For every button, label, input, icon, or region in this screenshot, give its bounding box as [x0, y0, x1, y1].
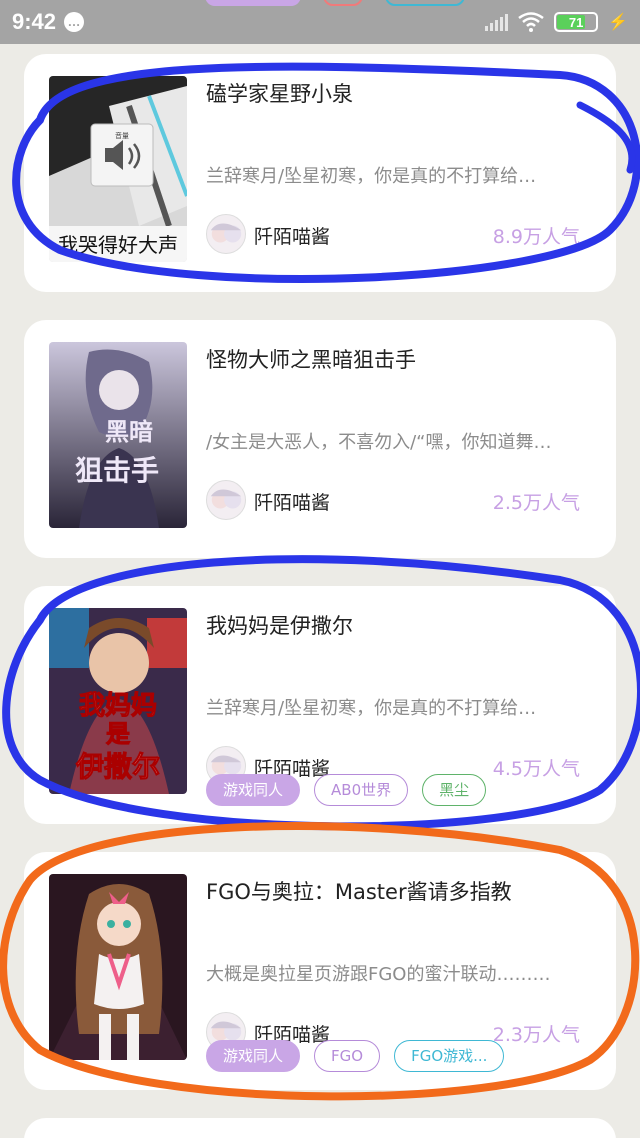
book-title: 怪物大师之黑暗狙击手: [206, 348, 416, 372]
cover-badge: 音量: [115, 131, 129, 140]
book-title: 磕学家星野小泉: [206, 82, 353, 106]
signal-icon: [485, 13, 509, 31]
svg-text:黑暗: 黑暗: [105, 417, 153, 446]
book-description: 兰辞寒月/坠星初寒，你是真的不打算给…: [206, 166, 537, 187]
book-description: 大概是奥拉星页游跟FGO的蜜汁联动………: [206, 964, 551, 985]
popularity-count: 2.3万人气: [492, 1024, 580, 1046]
svg-text:伊撒尔: 伊撒尔: [75, 750, 160, 783]
top-tag-chip[interactable]: [385, 0, 465, 6]
top-tag-chip[interactable]: [205, 0, 301, 6]
book-description: 兰辞寒月/坠星初寒，你是真的不打算给…: [206, 698, 537, 719]
book-description: /女主是大恶人，不喜勿入/“嘿，你知道舞…: [206, 432, 552, 453]
battery-level: 71: [568, 14, 584, 30]
popularity-count: 2.5万人气: [492, 492, 580, 514]
author-avatar-icon[interactable]: [206, 214, 246, 254]
top-tag-chip[interactable]: [323, 0, 363, 6]
status-time: 9:42: [12, 9, 57, 34]
cover-image: 黑暗 狙击手: [49, 342, 187, 528]
tag-chip[interactable]: 游戏同人: [206, 1040, 301, 1072]
svg-text:我妈妈: 我妈妈: [79, 691, 157, 721]
charge-icon: ⚡: [608, 14, 628, 31]
cover-image: [49, 874, 187, 1060]
tag-chip[interactable]: AB0世界: [314, 774, 409, 806]
author-name[interactable]: 阡陌喵酱: [254, 488, 330, 515]
book-title: FGO与奥拉：Master酱请多指教: [206, 880, 512, 904]
popularity-count: 4.5万人气: [492, 758, 580, 780]
book-card[interactable]: 音量 我哭得好大声 磕学家星野小泉 兰辞寒月/坠星初寒，你是真的不打算给… 阡陌…: [24, 54, 616, 292]
cover-image: 我妈妈 是 伊撒尔: [49, 608, 187, 794]
svg-text:狙击手: 狙击手: [75, 454, 159, 487]
cover-caption: 我哭得好大声: [58, 233, 178, 257]
book-card[interactable]: 我妈妈 是 伊撒尔 我妈妈是伊撒尔 兰辞寒月/坠星初寒，你是真的不打算给… 阡陌…: [24, 586, 616, 824]
book-cover[interactable]: 我妈妈 是 伊撒尔: [49, 608, 187, 794]
book-cover[interactable]: [49, 874, 187, 1060]
battery-icon: 71: [554, 12, 599, 32]
book-title: 我妈妈是伊撒尔: [206, 614, 353, 638]
wifi-icon: [518, 12, 544, 32]
book-card[interactable]: FGO与奥拉：Master酱请多指教 大概是奥拉星页游跟FGO的蜜汁联动……… …: [24, 852, 616, 1090]
tag-chip[interactable]: FGO: [314, 1040, 381, 1072]
top-tag-row-partial: [205, 0, 465, 6]
tag-chip[interactable]: 黑尘: [422, 774, 487, 806]
book-cover[interactable]: 音量 我哭得好大声: [49, 76, 187, 262]
svg-text:是: 是: [106, 719, 130, 748]
book-card-partial[interactable]: [24, 1118, 616, 1138]
status-bar: 9:42 … 71 ⚡: [0, 0, 640, 44]
book-cover[interactable]: 黑暗 狙击手: [49, 342, 187, 528]
author-avatar-icon[interactable]: [206, 480, 246, 520]
status-icons: 71 ⚡: [485, 12, 628, 32]
tag-chip[interactable]: 游戏同人: [206, 774, 301, 806]
tag-list: 游戏同人 AB0世界 黑尘: [206, 774, 487, 806]
popularity-count: 8.9万人气: [492, 226, 580, 248]
chat-bubble-icon: …: [64, 12, 85, 32]
cover-image: 音量 我哭得好大声: [49, 76, 187, 262]
tag-chip[interactable]: FGO游戏...: [394, 1040, 505, 1072]
author-name[interactable]: 阡陌喵酱: [254, 222, 330, 249]
tag-list: 游戏同人 FGO FGO游戏...: [206, 1040, 505, 1072]
book-card[interactable]: 黑暗 狙击手 怪物大师之黑暗狙击手 /女主是大恶人，不喜勿入/“嘿，你知道舞… …: [24, 320, 616, 558]
